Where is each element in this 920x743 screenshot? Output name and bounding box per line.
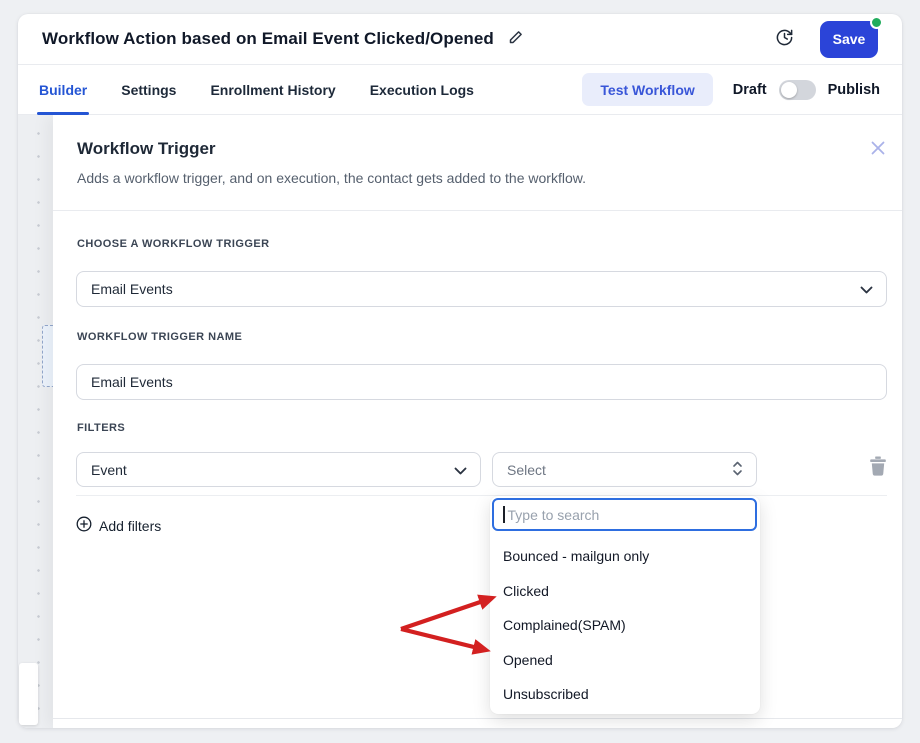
window-header: Workflow Action based on Email Event Cli… xyxy=(18,14,902,65)
clock-history-icon xyxy=(775,28,794,50)
chevron-down-icon xyxy=(860,281,873,297)
save-button[interactable]: Save xyxy=(820,21,878,58)
panel-subtitle: Adds a workflow trigger, and on executio… xyxy=(77,170,586,186)
trigger-type-select[interactable]: Email Events xyxy=(76,271,887,307)
publish-label: Publish xyxy=(828,82,880,98)
filter-field-select[interactable]: Event xyxy=(76,452,481,487)
tab-enrollment-history[interactable]: Enrollment History xyxy=(208,65,337,114)
test-workflow-button[interactable]: Test Workflow xyxy=(582,73,712,106)
add-filters-button[interactable]: Add filters xyxy=(76,516,161,535)
dropdown-option-clicked[interactable]: Clicked xyxy=(490,574,760,609)
tab-bar: Builder Settings Enrollment History Exec… xyxy=(18,65,902,115)
tab-builder-label: Builder xyxy=(39,82,87,98)
dropdown-option-unsubscribed[interactable]: Unsubscribed xyxy=(490,677,760,712)
trigger-name-label: WORKFLOW TRIGGER NAME xyxy=(77,331,242,343)
close-icon xyxy=(870,144,886,159)
delete-filter-button[interactable] xyxy=(869,456,887,479)
pencil-icon xyxy=(508,30,523,48)
plus-circle-icon xyxy=(76,516,92,535)
canvas-toolbar[interactable] xyxy=(19,663,38,725)
page-title: Workflow Action based on Email Event Cli… xyxy=(42,29,494,49)
filter-field-value: Event xyxy=(91,462,127,478)
filter-value-select[interactable]: Select xyxy=(492,452,757,487)
tab-settings[interactable]: Settings xyxy=(119,65,178,114)
edit-title-button[interactable] xyxy=(508,30,523,48)
save-button-label: Save xyxy=(833,31,866,47)
dropdown-search-input[interactable]: Type to search xyxy=(492,498,757,531)
version-history-button[interactable] xyxy=(775,28,794,50)
text-cursor xyxy=(503,506,505,523)
tab-enrollment-history-label: Enrollment History xyxy=(210,82,335,98)
filters-label: FILTERS xyxy=(77,422,125,434)
dropdown-option-list: Bounced - mailgun only Clicked Complaine… xyxy=(490,539,760,712)
close-panel-button[interactable] xyxy=(870,140,886,159)
trash-icon xyxy=(869,464,887,479)
divider xyxy=(53,210,902,211)
tab-execution-logs-label: Execution Logs xyxy=(370,82,474,98)
unsaved-changes-dot xyxy=(870,16,883,29)
choose-trigger-label: CHOOSE A WORKFLOW TRIGGER xyxy=(77,238,270,250)
divider xyxy=(76,495,887,496)
toggle-knob xyxy=(781,82,797,98)
tab-execution-logs[interactable]: Execution Logs xyxy=(368,65,476,114)
panel-title: Workflow Trigger xyxy=(77,139,216,159)
trigger-name-input[interactable] xyxy=(76,364,887,400)
dropdown-option-bounced[interactable]: Bounced - mailgun only xyxy=(490,539,760,574)
dropdown-option-opened[interactable]: Opened xyxy=(490,643,760,678)
filter-value-dropdown: Type to search Bounced - mailgun only Cl… xyxy=(490,496,760,714)
publish-toggle[interactable] xyxy=(779,80,816,100)
add-filters-label: Add filters xyxy=(99,518,161,534)
dropdown-option-complained[interactable]: Complained(SPAM) xyxy=(490,608,760,643)
workflow-canvas[interactable]: Workflow Trigger Adds a workflow trigger… xyxy=(18,115,902,728)
tab-builder[interactable]: Builder xyxy=(37,65,89,114)
filter-value-placeholder: Select xyxy=(507,462,546,478)
tab-settings-label: Settings xyxy=(121,82,176,98)
workflow-trigger-panel: Workflow Trigger Adds a workflow trigger… xyxy=(53,115,902,728)
trigger-type-value: Email Events xyxy=(91,281,173,297)
chevrons-up-down-icon xyxy=(732,460,743,479)
draft-label: Draft xyxy=(733,82,767,98)
divider xyxy=(53,718,902,719)
publish-control: Draft Publish xyxy=(733,80,880,100)
search-placeholder: Type to search xyxy=(508,507,600,523)
chevron-down-icon xyxy=(454,462,467,478)
workflow-window: Workflow Action based on Email Event Cli… xyxy=(18,14,902,728)
